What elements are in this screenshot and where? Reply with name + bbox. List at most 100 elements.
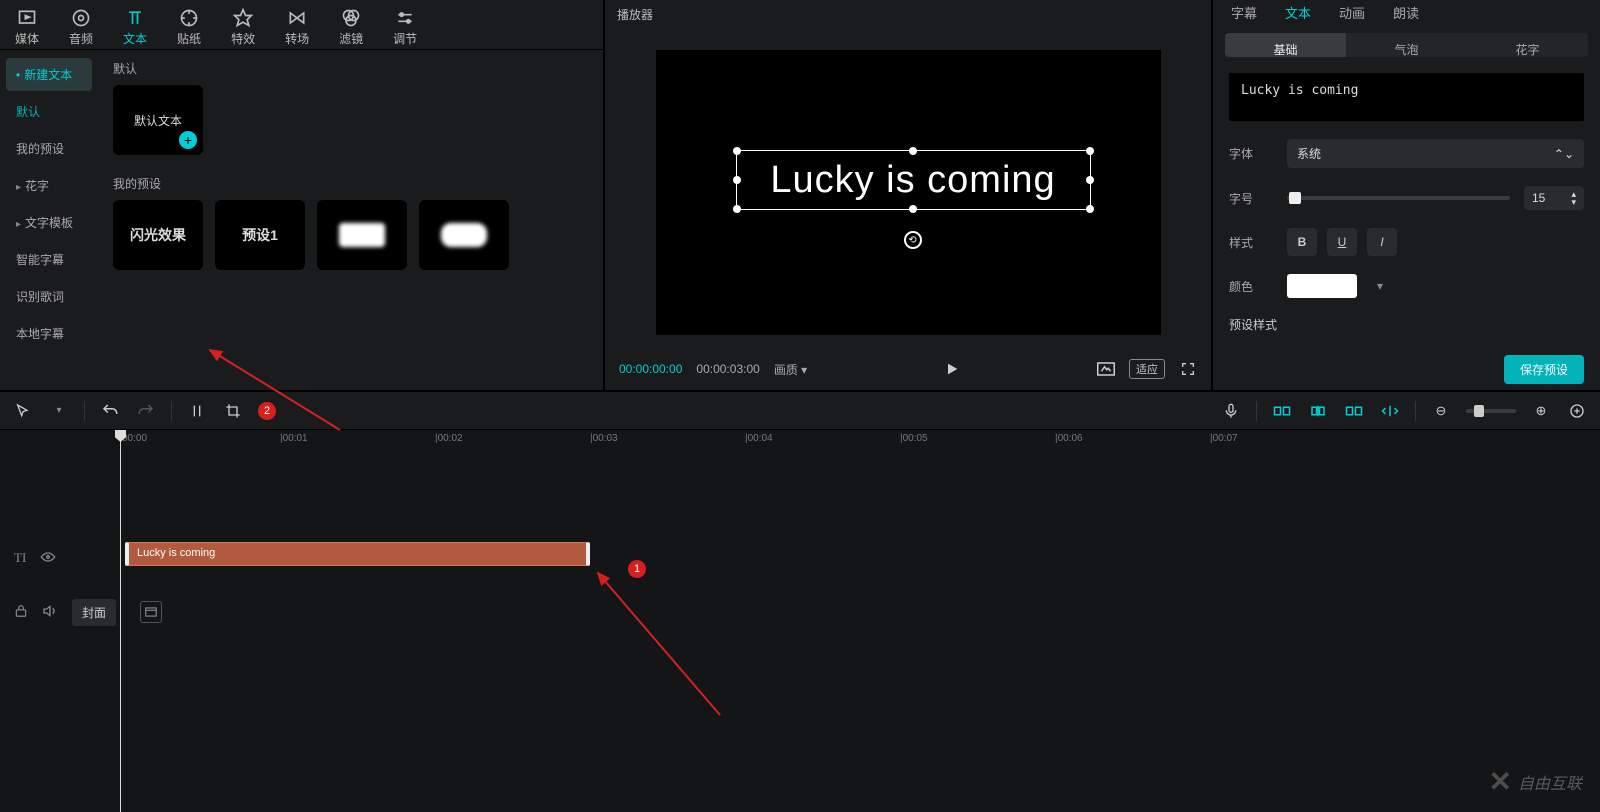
crop-button[interactable] [222, 400, 244, 422]
align-tool-3[interactable] [1343, 400, 1365, 422]
split-button[interactable] [186, 400, 208, 422]
tab-audio-label: 音频 [69, 30, 93, 47]
annotation-marker-1: 1 [628, 560, 646, 578]
subtab-basic[interactable]: 基础 [1225, 33, 1346, 57]
tab-transition[interactable]: 转场 [285, 8, 309, 47]
side-smart-sub[interactable]: 智能字幕 [6, 243, 92, 276]
tab-text[interactable]: 文本 [123, 8, 147, 47]
add-track-button[interactable] [140, 601, 162, 623]
playhead[interactable] [120, 432, 121, 812]
tab-sticker[interactable]: 贴纸 [177, 8, 201, 47]
align-tool-2[interactable] [1307, 400, 1329, 422]
rotate-handle[interactable]: ⟲ [904, 231, 922, 249]
zoom-out[interactable]: ⊖ [1430, 400, 1452, 422]
thumb-preset-blur-1[interactable] [317, 200, 407, 270]
preview-canvas[interactable]: Lucky is coming ⟲ [656, 50, 1161, 335]
video-track: 封面 [0, 596, 1600, 628]
resize-handle-r[interactable] [1086, 176, 1094, 184]
ruler-tick: |00:05 [900, 433, 928, 444]
save-preset-button[interactable]: 保存预设 [1504, 355, 1584, 384]
ruler-tick: |00:04 [745, 433, 773, 444]
side-lyrics[interactable]: 识别歌词 [6, 280, 92, 313]
subtab-bubble[interactable]: 气泡 [1346, 33, 1467, 57]
text-clip[interactable]: Lucky is coming [125, 542, 590, 566]
size-value-box[interactable]: 15▴▾ [1524, 186, 1584, 210]
tab-audio[interactable]: 音频 [69, 8, 93, 47]
resize-handle-tr[interactable] [1086, 147, 1094, 155]
lock-icon[interactable] [14, 603, 28, 622]
tab-sticker-label: 贴纸 [177, 30, 201, 47]
tab-effect[interactable]: 特效 [231, 8, 255, 47]
section-default-title: 默认 [113, 60, 588, 77]
resize-handle-br[interactable] [1086, 205, 1094, 213]
prop-tab-text[interactable]: 文本 [1285, 3, 1311, 22]
add-icon[interactable]: + [179, 131, 197, 149]
color-dropdown-icon[interactable]: ▾ [1371, 279, 1389, 293]
underline-button[interactable]: U [1327, 228, 1357, 256]
bold-button[interactable]: B [1287, 228, 1317, 256]
fit-button[interactable]: 适应 [1129, 359, 1165, 379]
align-tool-4[interactable] [1379, 400, 1401, 422]
prop-subtabs: 基础 气泡 花字 [1225, 33, 1588, 57]
fullscreen-icon[interactable] [1179, 360, 1197, 378]
slider-knob[interactable] [1289, 192, 1301, 204]
cover-button[interactable]: 封面 [72, 599, 116, 626]
zoom-fit[interactable] [1566, 400, 1588, 422]
chevron-down-icon: ⌃⌄ [1554, 147, 1574, 161]
mic-icon[interactable] [1220, 400, 1242, 422]
player-panel: 播放器 Lucky is coming ⟲ 00:00:00:00 [605, 0, 1213, 390]
prop-tabs: 字幕 文本 动画 朗读 [1213, 0, 1600, 25]
side-local-sub[interactable]: 本地字幕 [6, 317, 92, 350]
tab-media[interactable]: 媒体 [15, 8, 39, 47]
thumb-preset-shine[interactable]: 闪光效果 [113, 200, 203, 270]
thumb-preset-blur-2[interactable] [419, 200, 509, 270]
side-fancy[interactable]: 花字 [6, 169, 92, 202]
font-select[interactable]: 系统⌃⌄ [1287, 139, 1584, 168]
resize-handle-tl[interactable] [733, 147, 741, 155]
thumb-default-text[interactable]: 默认文本 + [113, 85, 203, 155]
zoom-in[interactable]: ⊕ [1530, 400, 1552, 422]
tab-filter[interactable]: 滤镜 [339, 8, 363, 47]
undo-button[interactable] [99, 400, 121, 422]
pointer-tool-dropdown[interactable]: ▾ [48, 400, 70, 422]
preview-text-box[interactable]: Lucky is coming ⟲ [736, 150, 1091, 210]
ruler-tick: |00:07 [1210, 433, 1238, 444]
player-title: 播放器 [605, 0, 1211, 30]
side-new-text[interactable]: • 新建文本 [6, 58, 92, 91]
size-slider[interactable] [1287, 196, 1510, 200]
resize-handle-t[interactable] [909, 147, 917, 155]
resize-handle-l[interactable] [733, 176, 741, 184]
tab-filter-label: 滤镜 [339, 30, 363, 47]
mute-icon[interactable] [42, 604, 58, 621]
timeline-ruler[interactable]: 00:00 |00:01 |00:02 |00:03 |00:04 |00:05… [120, 430, 1600, 452]
side-my-presets[interactable]: 我的预设 [6, 132, 92, 165]
prop-tab-anim[interactable]: 动画 [1339, 3, 1365, 22]
ruler-tick: |00:01 [280, 433, 308, 444]
watermark: ✕ 自由互联 [1489, 765, 1582, 798]
section-presets-title: 我的预设 [113, 175, 588, 192]
side-text-template[interactable]: 文字模板 [6, 206, 92, 239]
prop-tab-subtitle[interactable]: 字幕 [1231, 3, 1257, 22]
resize-handle-b[interactable] [909, 205, 917, 213]
visibility-icon[interactable] [40, 551, 56, 566]
zoom-slider[interactable] [1466, 409, 1516, 413]
thumb-preset-1[interactable]: 预设1 [215, 200, 305, 270]
timeline-tracks[interactable]: TI Lucky is coming 封面 [0, 452, 1600, 812]
side-default[interactable]: 默认 [6, 95, 92, 128]
color-swatch[interactable] [1287, 274, 1357, 298]
asset-top-tabs: 媒体 音频 文本 贴纸 特效 转场 滤镜 调节 [0, 0, 603, 50]
resize-handle-bl[interactable] [733, 205, 741, 213]
font-label: 字体 [1229, 145, 1273, 162]
pointer-tool[interactable] [12, 400, 34, 422]
stepper-icon[interactable]: ▴▾ [1571, 190, 1576, 206]
play-button[interactable] [943, 360, 961, 378]
quality-label[interactable]: 画质 ▾ [774, 361, 807, 378]
prop-tab-read[interactable]: 朗读 [1393, 3, 1419, 22]
align-tool-1[interactable] [1271, 400, 1293, 422]
tab-adjust-label: 调节 [393, 30, 417, 47]
ratio-icon[interactable] [1097, 360, 1115, 378]
italic-button[interactable]: I [1367, 228, 1397, 256]
subtab-fancy[interactable]: 花字 [1467, 33, 1588, 57]
tab-adjust[interactable]: 调节 [393, 8, 417, 47]
text-content-input[interactable] [1229, 73, 1584, 121]
